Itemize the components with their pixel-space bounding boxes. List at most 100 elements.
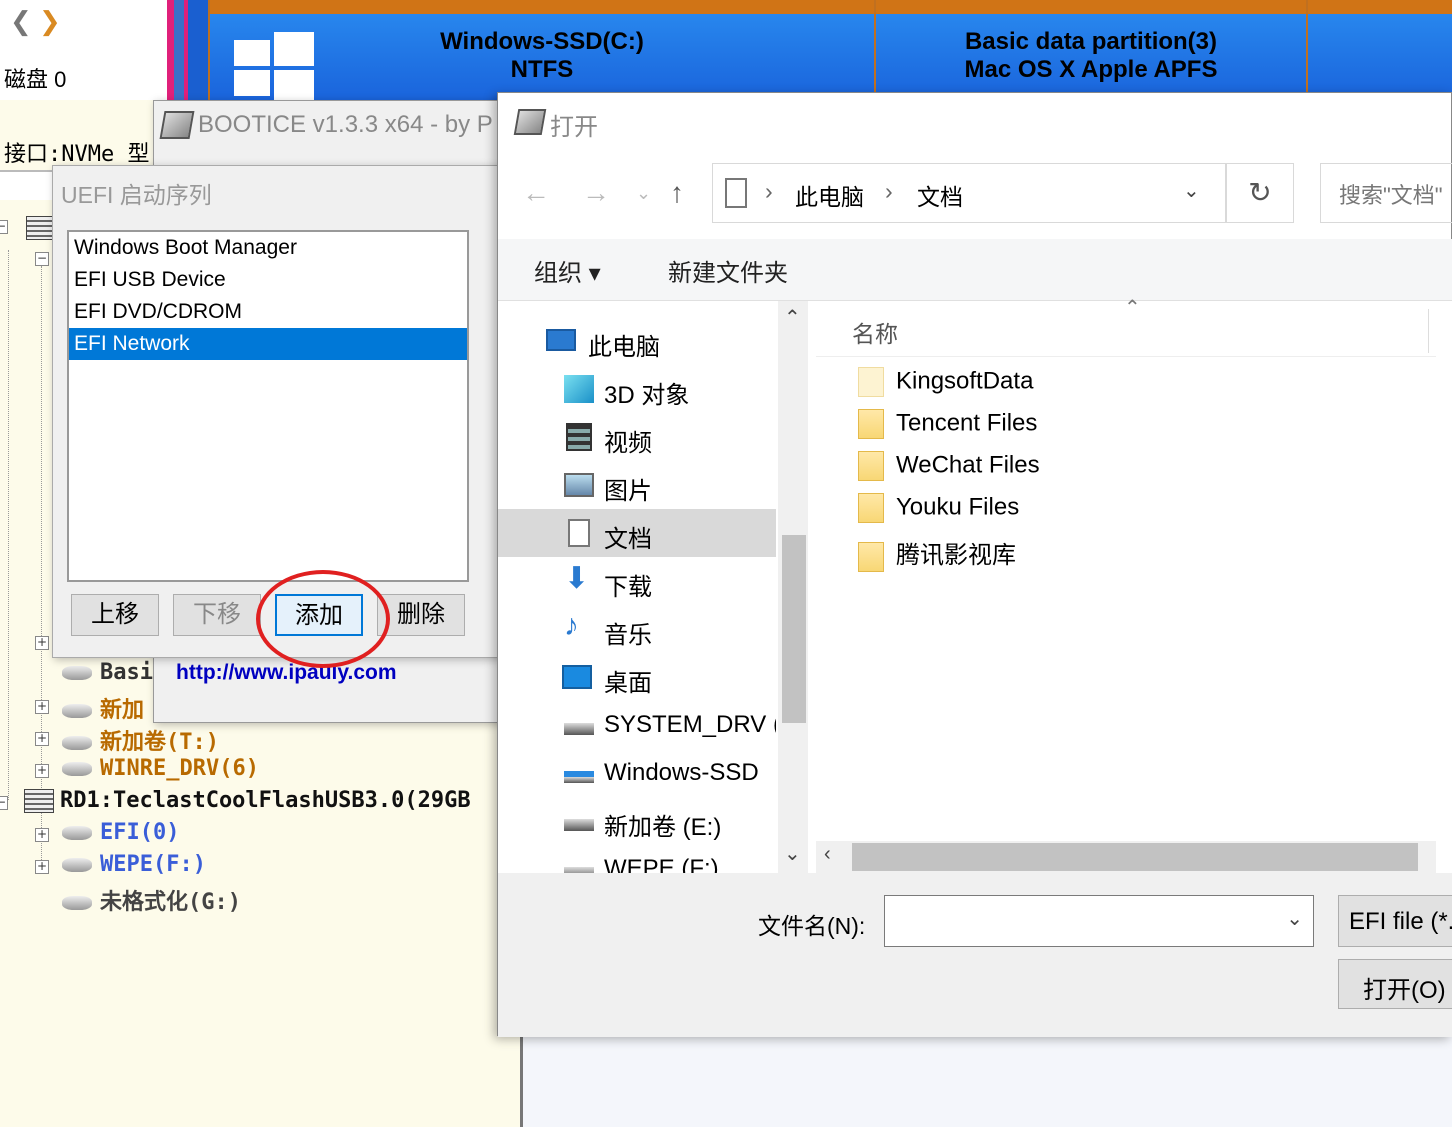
small-partition[interactable] — [170, 0, 188, 100]
delete-button[interactable]: 删除 — [377, 594, 465, 636]
tree-item[interactable]: 未格式化(G:) — [62, 884, 241, 916]
nav-item[interactable]: WEPE (F:) — [498, 845, 776, 873]
breadcrumb-this-pc[interactable]: 此电脑 — [795, 178, 864, 212]
nav-item[interactable]: 桌面 — [498, 653, 776, 701]
boot-entry[interactable]: Windows Boot Manager — [69, 232, 467, 264]
filename-label: 文件名(N): — [758, 913, 866, 939]
file-list[interactable]: 名称 ⌃ KingsoftData Tencent Files WeChat F… — [816, 297, 1452, 873]
nav-item[interactable]: 图片 — [498, 461, 776, 509]
nav-item[interactable]: 3D 对象 — [498, 365, 776, 413]
move-down-button[interactable]: 下移 — [173, 594, 261, 636]
collapse-toggle[interactable]: − — [0, 796, 8, 810]
bootice-url-link[interactable]: http://www.ipauly.com — [176, 661, 397, 685]
sort-ascending-icon: ⌃ — [1124, 297, 1141, 319]
file-item[interactable]: WeChat Files — [858, 451, 1040, 491]
open-dialog-title: 打开 — [550, 114, 598, 141]
expand-toggle[interactable]: + — [35, 860, 49, 874]
next-disk-icon[interactable]: ❯ — [39, 6, 61, 36]
expand-toggle[interactable]: + — [35, 700, 49, 714]
new-folder-button[interactable]: 新建文件夹 — [668, 253, 788, 288]
file-list-hscrollbar[interactable]: ‹ — [816, 841, 1436, 873]
drive-icon — [564, 723, 594, 735]
divider — [0, 170, 60, 200]
nav-item-selected[interactable]: 文档 — [498, 509, 776, 557]
breadcrumb-separator-icon: › — [885, 178, 893, 204]
nav-item[interactable]: ♪ 音乐 — [498, 605, 776, 653]
collapse-toggle[interactable]: − — [35, 252, 49, 266]
bootice-app-icon — [159, 111, 195, 139]
refresh-icon[interactable]: ↻ — [1226, 163, 1294, 223]
open-button[interactable]: 打开(O) — [1338, 959, 1452, 1009]
nav-item[interactable]: SYSTEM_DRV ( — [498, 701, 776, 749]
drive-icon — [62, 762, 92, 776]
disk-icon — [24, 789, 54, 813]
tree-item[interactable]: 新加 — [62, 692, 144, 724]
column-header[interactable]: 名称 ⌃ — [816, 297, 1436, 357]
collapse-toggle[interactable]: − — [0, 220, 8, 234]
up-icon[interactable]: ↑ — [670, 177, 684, 209]
partition-basic-data[interactable]: Basic data partition(3) Mac OS X Apple A… — [874, 0, 1308, 100]
folder-icon — [858, 541, 884, 572]
expand-toggle[interactable]: + — [35, 764, 49, 778]
prev-disk-icon[interactable]: ❮ — [10, 6, 32, 36]
boot-entry-list[interactable]: Windows Boot Manager EFI USB Device EFI … — [67, 230, 469, 582]
boot-entry[interactable]: EFI USB Device — [69, 264, 467, 296]
nav-item-this-pc[interactable]: 此电脑 — [498, 317, 776, 365]
move-up-button[interactable]: 上移 — [71, 594, 159, 636]
tree-item[interactable]: WEPE(F:) — [62, 852, 206, 877]
uefi-dialog-title: UEFI 启动序列 — [61, 182, 212, 208]
chevron-down-icon[interactable]: ⌄ — [1286, 906, 1303, 931]
nav-item[interactable]: ⬇ 下载 — [498, 557, 776, 605]
expand-toggle[interactable]: + — [35, 732, 49, 746]
boot-entry[interactable]: EFI DVD/CDROM — [69, 296, 467, 328]
search-input[interactable]: 搜索"文档" — [1320, 163, 1452, 223]
expand-toggle[interactable]: + — [35, 828, 49, 842]
partition-marker — [160, 0, 170, 100]
file-item[interactable]: Tencent Files — [858, 409, 1037, 449]
nav-scrollbar-thumb[interactable] — [782, 535, 806, 723]
disk-label: 磁盘 0 — [4, 67, 67, 92]
nav-item[interactable]: Windows-SSD — [498, 749, 776, 797]
scroll-left-icon[interactable]: ‹ — [824, 843, 831, 866]
tree-item[interactable]: EFI(0) — [62, 820, 179, 845]
tree-item[interactable]: 新加卷(T:) — [62, 724, 219, 756]
breadcrumb-documents[interactable]: 文档 — [917, 178, 963, 212]
partition-other[interactable] — [1306, 0, 1452, 100]
nav-item[interactable]: 新加卷 (E:) — [498, 797, 776, 845]
scroll-down-icon[interactable]: ⌄ — [784, 841, 801, 866]
hscrollbar-thumb[interactable] — [852, 843, 1418, 871]
dialog-toolbar: 组织 ▾ 新建文件夹 — [498, 239, 1452, 301]
boot-entry-selected[interactable]: EFI Network — [69, 328, 467, 360]
file-item[interactable]: 腾讯影视库 — [858, 535, 1016, 575]
address-bar[interactable]: › 此电脑 › 文档 ⌄ — [712, 163, 1226, 223]
scroll-up-icon[interactable]: ⌃ — [784, 305, 801, 330]
bootice-title: BOOTICE v1.3.3 x64 - by P — [198, 111, 493, 138]
right-lower-panel — [520, 1030, 1452, 1127]
file-item[interactable]: Youku Files — [858, 493, 1019, 533]
disk-partition-bar[interactable]: Windows-SSD(C:) NTFS Basic data partitio… — [160, 0, 1452, 100]
partition-name: Basic data partition(3) — [964, 28, 1218, 55]
tree-item-usb-disk[interactable]: RD1:TeclastCoolFlashUSB3.0(29GB — [24, 788, 471, 813]
column-divider[interactable] — [1428, 309, 1429, 353]
open-dialog-app-icon — [513, 109, 547, 135]
forward-icon[interactable]: → — [582, 177, 610, 209]
interface-label: 接口:NVMe 型 — [4, 142, 150, 167]
cube-icon — [564, 375, 594, 403]
organize-menu[interactable]: 组织 ▾ — [534, 253, 601, 288]
file-item[interactable]: KingsoftData — [858, 367, 1033, 407]
tree-item[interactable]: Basi — [62, 660, 153, 685]
tree-item[interactable]: WINRE_DRV(6) — [62, 756, 259, 781]
chevron-down-icon[interactable]: ⌄ — [1183, 178, 1200, 203]
nav-item[interactable]: 视频 — [498, 413, 776, 461]
document-icon — [725, 178, 747, 208]
partition-fs: Mac OS X Apple APFS — [964, 56, 1218, 83]
drive-icon — [62, 666, 92, 680]
filename-input[interactable]: ⌄ — [884, 895, 1314, 947]
column-name-header[interactable]: 名称 — [852, 315, 898, 349]
recent-locations-icon[interactable]: ⌄ — [636, 183, 651, 204]
folder-icon — [858, 367, 884, 397]
back-icon[interactable]: ← — [522, 177, 550, 209]
disk-nav-arrows[interactable]: ❮ ❯ — [10, 6, 61, 37]
expand-toggle[interactable]: + — [35, 636, 49, 650]
filetype-select[interactable]: EFI file (*. — [1338, 895, 1452, 947]
